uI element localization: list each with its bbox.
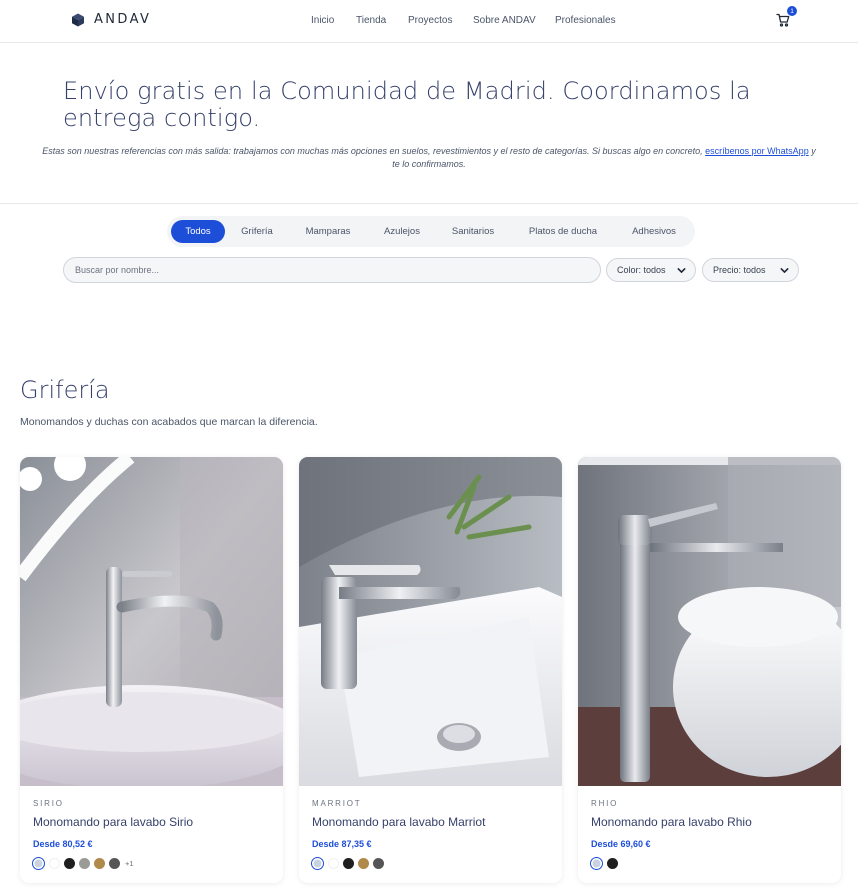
cart-icon[interactable] — [776, 13, 790, 27]
color-swatch[interactable] — [49, 857, 60, 869]
color-swatch[interactable] — [358, 857, 369, 869]
color-swatches — [311, 856, 389, 870]
color-swatch[interactable] — [109, 857, 120, 869]
chevron-down-icon — [780, 268, 789, 273]
hero-title: Envío gratis en la Comunidad de Madrid. … — [63, 77, 751, 132]
tab-griferia[interactable]: Grifería — [231, 220, 283, 243]
tab-platos-de-ducha[interactable]: Platos de ducha — [517, 220, 609, 243]
color-swatch[interactable] — [94, 857, 105, 869]
product-image — [578, 457, 841, 786]
tab-mamparas[interactable]: Mamparas — [295, 220, 361, 243]
site-header: ANDAV Inicio Tienda Proyectos Sobre ANDA… — [0, 0, 858, 43]
product-image — [299, 457, 562, 786]
color-swatches — [590, 856, 623, 870]
hero-subtitle: Estas son nuestras referencias con más s… — [40, 145, 818, 171]
product-card[interactable]: SIRIO Monomando para lavabo Sirio Desde … — [20, 457, 283, 883]
color-swatch[interactable] — [373, 857, 384, 869]
product-price: Desde 80,52 € — [33, 839, 93, 849]
main-nav: Inicio Tienda Proyectos Sobre ANDAV Prof… — [0, 15, 858, 29]
color-swatch[interactable] — [590, 856, 603, 870]
price-filter-select[interactable]: Precio: todos — [702, 258, 799, 282]
color-swatch[interactable] — [311, 856, 324, 870]
color-swatch[interactable] — [607, 857, 618, 869]
price-filter-label: Precio: todos — [713, 265, 766, 275]
tab-todos[interactable]: Todos — [171, 220, 225, 243]
nav-tienda[interactable]: Tienda — [356, 15, 386, 26]
color-swatch[interactable] — [32, 856, 45, 870]
product-name: Monomando para lavabo Rhio — [591, 815, 752, 829]
product-price: Desde 87,35 € — [312, 839, 372, 849]
section-subtitle: Monomandos y duchas con acabados que mar… — [20, 416, 318, 428]
tab-sanitarios[interactable]: Sanitarios — [443, 220, 503, 243]
product-brand: MARRIOT — [312, 799, 362, 808]
hero-subtitle-text: Estas son nuestras referencias con más s… — [42, 146, 703, 156]
whatsapp-link[interactable]: escríbenos por WhatsApp — [705, 146, 809, 156]
nav-profesionales[interactable]: Profesionales — [555, 15, 616, 26]
nav-proyectos[interactable]: Proyectos — [408, 15, 452, 26]
product-price: Desde 69,60 € — [591, 839, 651, 849]
search-input[interactable]: Buscar por nombre... — [63, 257, 601, 283]
product-name: Monomando para lavabo Sirio — [33, 815, 194, 829]
tab-azulejos[interactable]: Azulejos — [373, 220, 431, 243]
section-title: Grifería — [20, 376, 110, 404]
product-card[interactable]: MARRIOT Monomando para lavabo Marriot De… — [299, 457, 562, 883]
product-brand: SIRIO — [33, 799, 64, 808]
tab-adhesivos[interactable]: Adhesivos — [622, 220, 686, 243]
cart-count-badge: 1 — [787, 6, 797, 16]
color-filter-label: Color: todos — [617, 265, 666, 275]
chevron-down-icon — [677, 268, 686, 273]
more-colors-count: +1 — [125, 858, 134, 868]
product-name: Monomando para lavabo Marriot — [312, 815, 486, 829]
section-divider — [0, 203, 858, 204]
color-swatch[interactable] — [64, 857, 75, 869]
product-image — [20, 457, 283, 786]
product-brand: RHIO — [591, 799, 619, 808]
color-swatch[interactable] — [343, 857, 354, 869]
color-filter-select[interactable]: Color: todos — [606, 258, 696, 282]
color-swatches: +1 — [32, 856, 134, 870]
color-swatch[interactable] — [79, 857, 90, 869]
color-swatch[interactable] — [328, 857, 339, 869]
nav-sobre-andav[interactable]: Sobre ANDAV — [473, 15, 536, 26]
category-tabs: Todos Grifería Mamparas Azulejos Sanitar… — [167, 216, 695, 247]
product-card[interactable]: RHIO Monomando para lavabo Rhio Desde 69… — [578, 457, 841, 883]
nav-inicio[interactable]: Inicio — [311, 15, 334, 26]
